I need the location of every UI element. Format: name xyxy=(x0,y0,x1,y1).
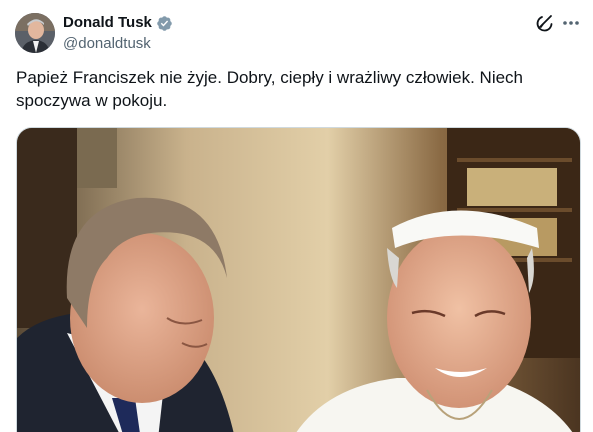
display-name[interactable]: Donald Tusk xyxy=(63,14,152,32)
tweet-photo[interactable] xyxy=(16,127,581,432)
avatar[interactable] xyxy=(15,13,55,53)
tweet-card[interactable]: Donald Tusk @donaldtusk Papież Francisze… xyxy=(0,0,593,432)
tweet-text: Papież Franciszek nie żyje. Dobry, ciepł… xyxy=(16,68,524,110)
handle[interactable]: @donaldtusk xyxy=(63,34,173,53)
author-info: Donald Tusk @donaldtusk xyxy=(63,14,173,53)
photo-image xyxy=(17,128,580,432)
verified-badge-icon[interactable] xyxy=(156,15,173,32)
more-horizontal-icon[interactable] xyxy=(560,12,582,34)
avatar-image xyxy=(15,13,55,53)
grok-icon[interactable] xyxy=(534,12,556,34)
